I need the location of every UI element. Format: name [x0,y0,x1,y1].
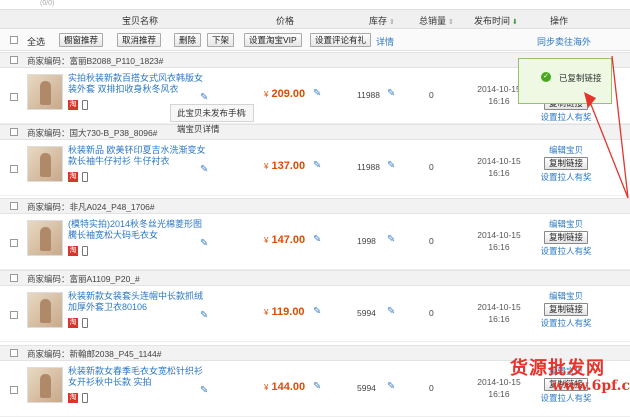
arrow-path [589,55,629,199]
arrow-head [584,92,596,108]
annotation-arrow [584,55,629,199]
watermark-text: 货源批发网 [510,358,605,379]
watermark-url: www.6pf.cn [552,378,630,394]
